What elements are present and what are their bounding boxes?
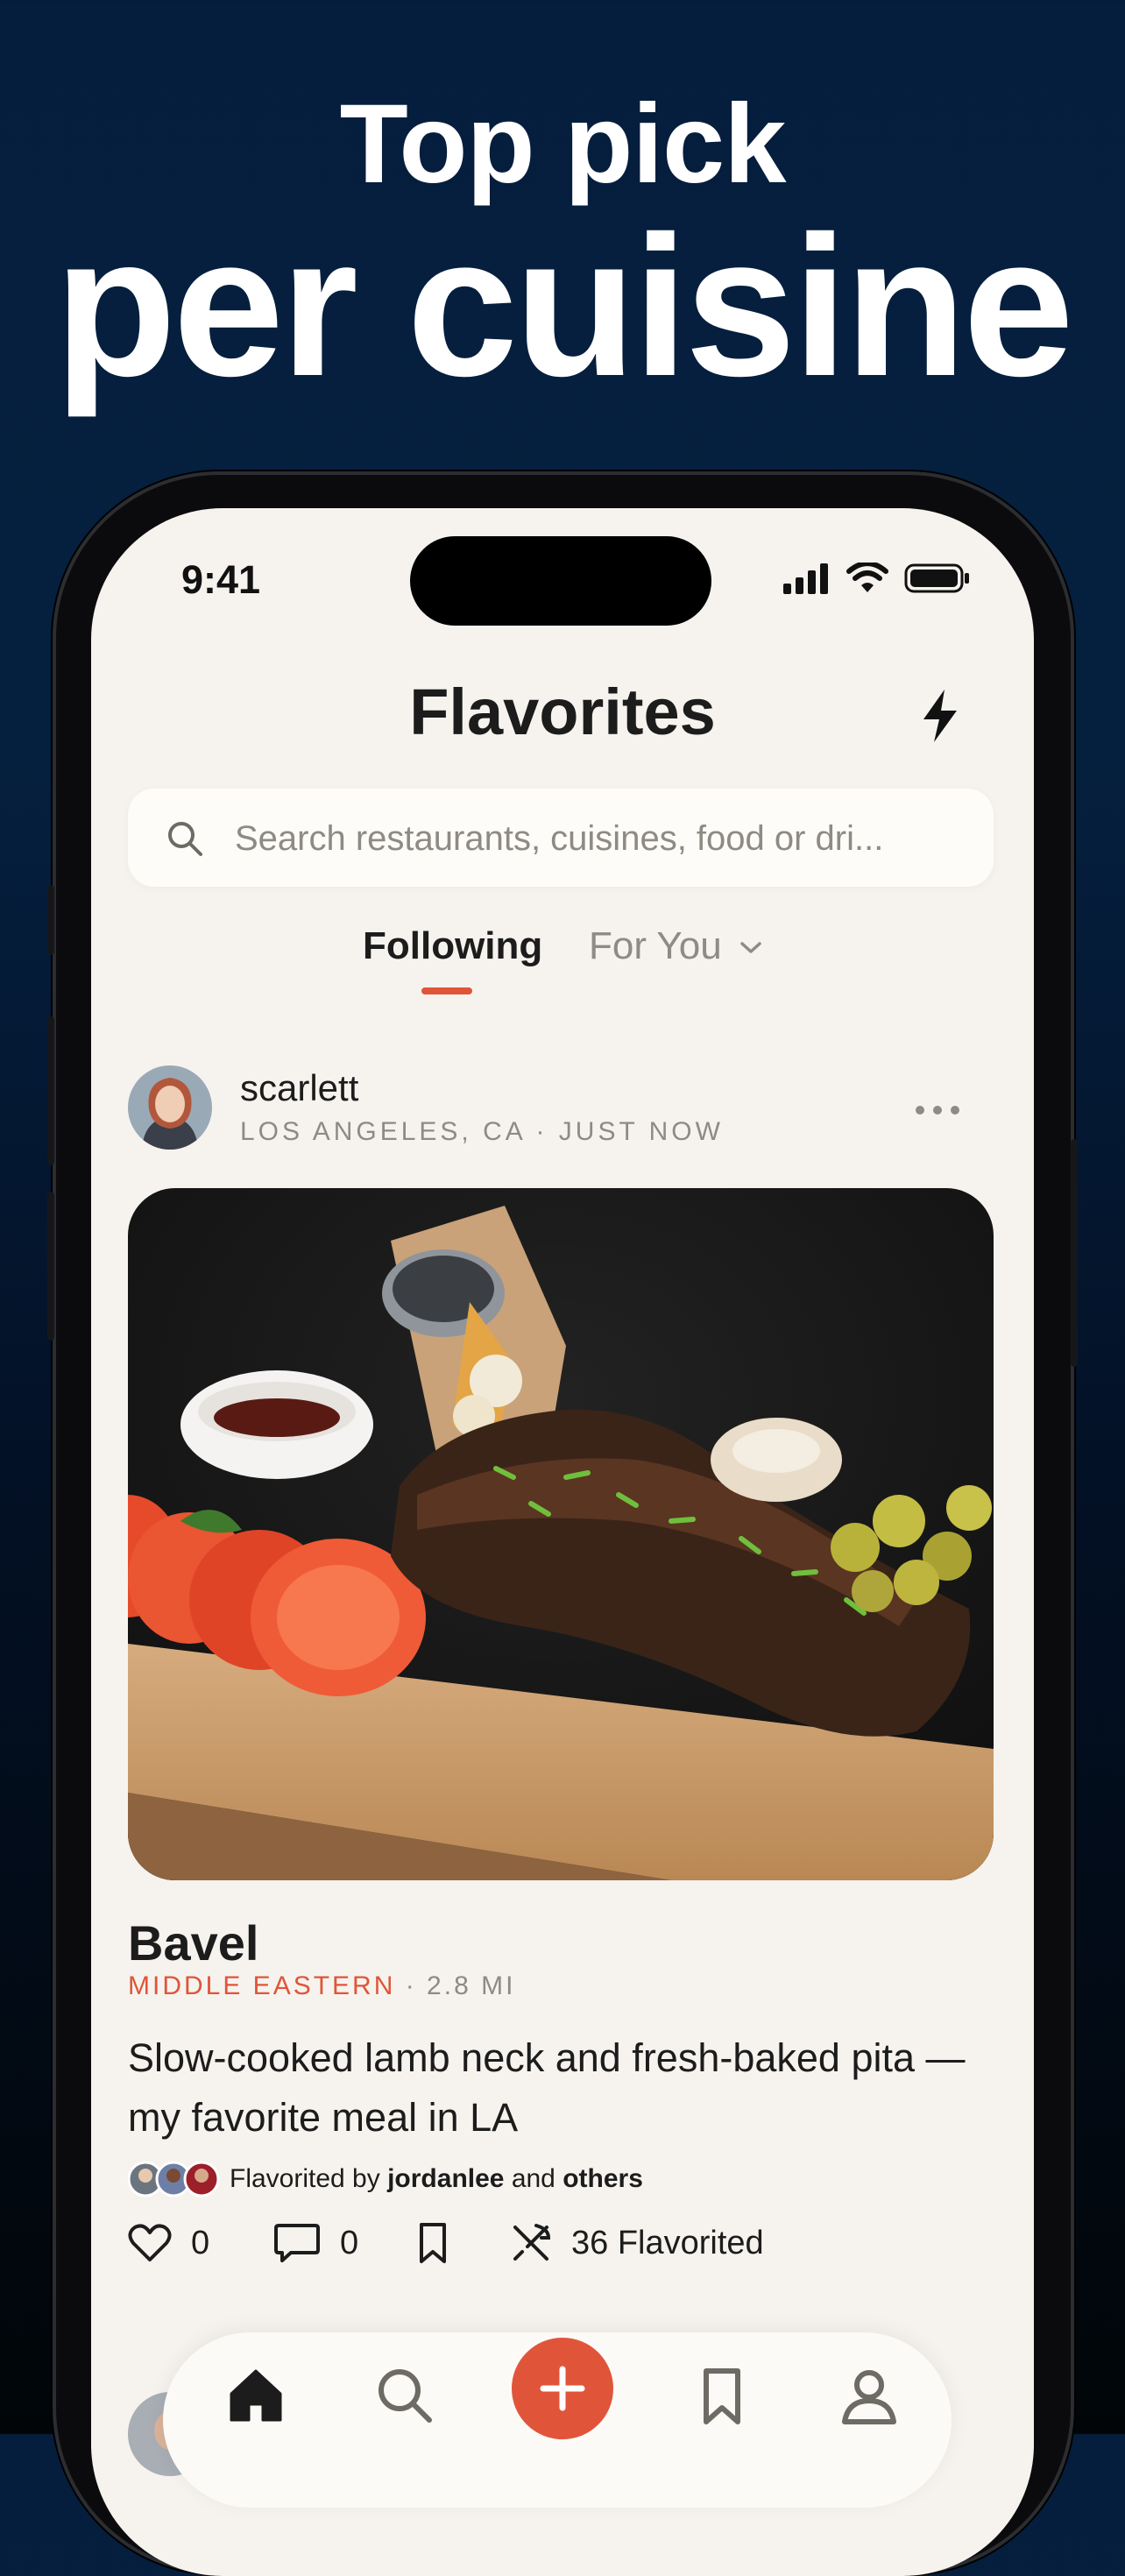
active-tab-indicator — [421, 987, 472, 994]
flavorited-button[interactable]: 36 Flavorited — [510, 2217, 764, 2269]
post-photo[interactable] — [128, 1188, 994, 1880]
phone-volume-up-button — [47, 1016, 54, 1165]
dynamic-island — [410, 536, 711, 626]
comment-count: 0 — [340, 2224, 359, 2261]
home-icon[interactable] — [224, 2364, 287, 2427]
search-icon — [168, 822, 202, 856]
favorited-avatars[interactable] — [128, 2160, 224, 2198]
flavorited-count: 36 Flavorited — [571, 2224, 764, 2261]
status-icons — [783, 561, 971, 596]
heart-icon — [128, 2224, 172, 2261]
post-description: Slow-cooked lamb neck and fresh-baked pi… — [128, 2035, 966, 2140]
favorited-and: and — [511, 2164, 555, 2193]
more-options-icon[interactable] — [911, 1102, 964, 1118]
avatar[interactable] — [128, 1065, 212, 1150]
favorited-user[interactable]: jordanlee — [387, 2164, 504, 2193]
tab-following-label: Following — [363, 924, 543, 967]
tab-following[interactable]: Following — [363, 924, 542, 968]
search-bar[interactable] — [128, 789, 994, 888]
promo-headline-line1: Top pick — [339, 81, 787, 207]
post-username[interactable]: scarlett — [240, 1067, 358, 1109]
bookmark-icon — [420, 2223, 446, 2263]
phone-mute-button — [47, 885, 54, 955]
app-title: Flavorites — [409, 676, 716, 748]
phone-power-button — [1071, 1139, 1078, 1367]
utensils-icon — [513, 2224, 551, 2261]
promo-headline-line2: per cuisine — [54, 195, 1074, 418]
bookmark-button[interactable] — [415, 2217, 450, 2269]
chevron-down-icon — [740, 942, 761, 954]
phone-screen: 9:41 Flavorites Following — [91, 508, 1034, 2576]
like-count: 0 — [191, 2224, 210, 2261]
status-time: 9:41 — [181, 557, 261, 602]
search-input[interactable] — [233, 789, 973, 888]
bolt-icon[interactable] — [916, 688, 964, 744]
favorited-others[interactable]: others — [562, 2164, 643, 2193]
tab-for-you[interactable]: For You — [589, 924, 762, 968]
signal-icon — [783, 563, 828, 594]
profile-icon[interactable] — [838, 2364, 901, 2427]
add-button[interactable] — [512, 2338, 613, 2439]
favorited-prefix: Flavorited by — [230, 2164, 380, 2193]
distance-label: · 2.8 MI — [405, 1971, 516, 2000]
battery-icon — [904, 563, 969, 593]
like-button[interactable]: 0 — [128, 2217, 209, 2269]
phone-volume-down-button — [47, 1192, 54, 1341]
search-icon[interactable] — [373, 2364, 436, 2427]
favorited-by-text: Flavorited by jordanlee and others — [230, 2164, 643, 2194]
comment-icon — [274, 2224, 320, 2262]
restaurant-meta: MIDDLE EASTERN · 2.8 MI — [128, 1971, 515, 2001]
add-icon — [540, 2366, 585, 2411]
bookmark-nav-icon[interactable] — [690, 2364, 754, 2427]
wifi-icon — [846, 563, 888, 592]
restaurant-name[interactable]: Bavel — [128, 1914, 258, 1971]
tab-for-you-label: For You — [589, 924, 722, 967]
cuisine-label: MIDDLE EASTERN — [128, 1971, 396, 2000]
comment-button[interactable]: 0 — [273, 2217, 358, 2269]
post-location: LOS ANGELES, CA · JUST NOW — [240, 1117, 724, 1146]
bottom-navigation — [163, 2332, 952, 2508]
